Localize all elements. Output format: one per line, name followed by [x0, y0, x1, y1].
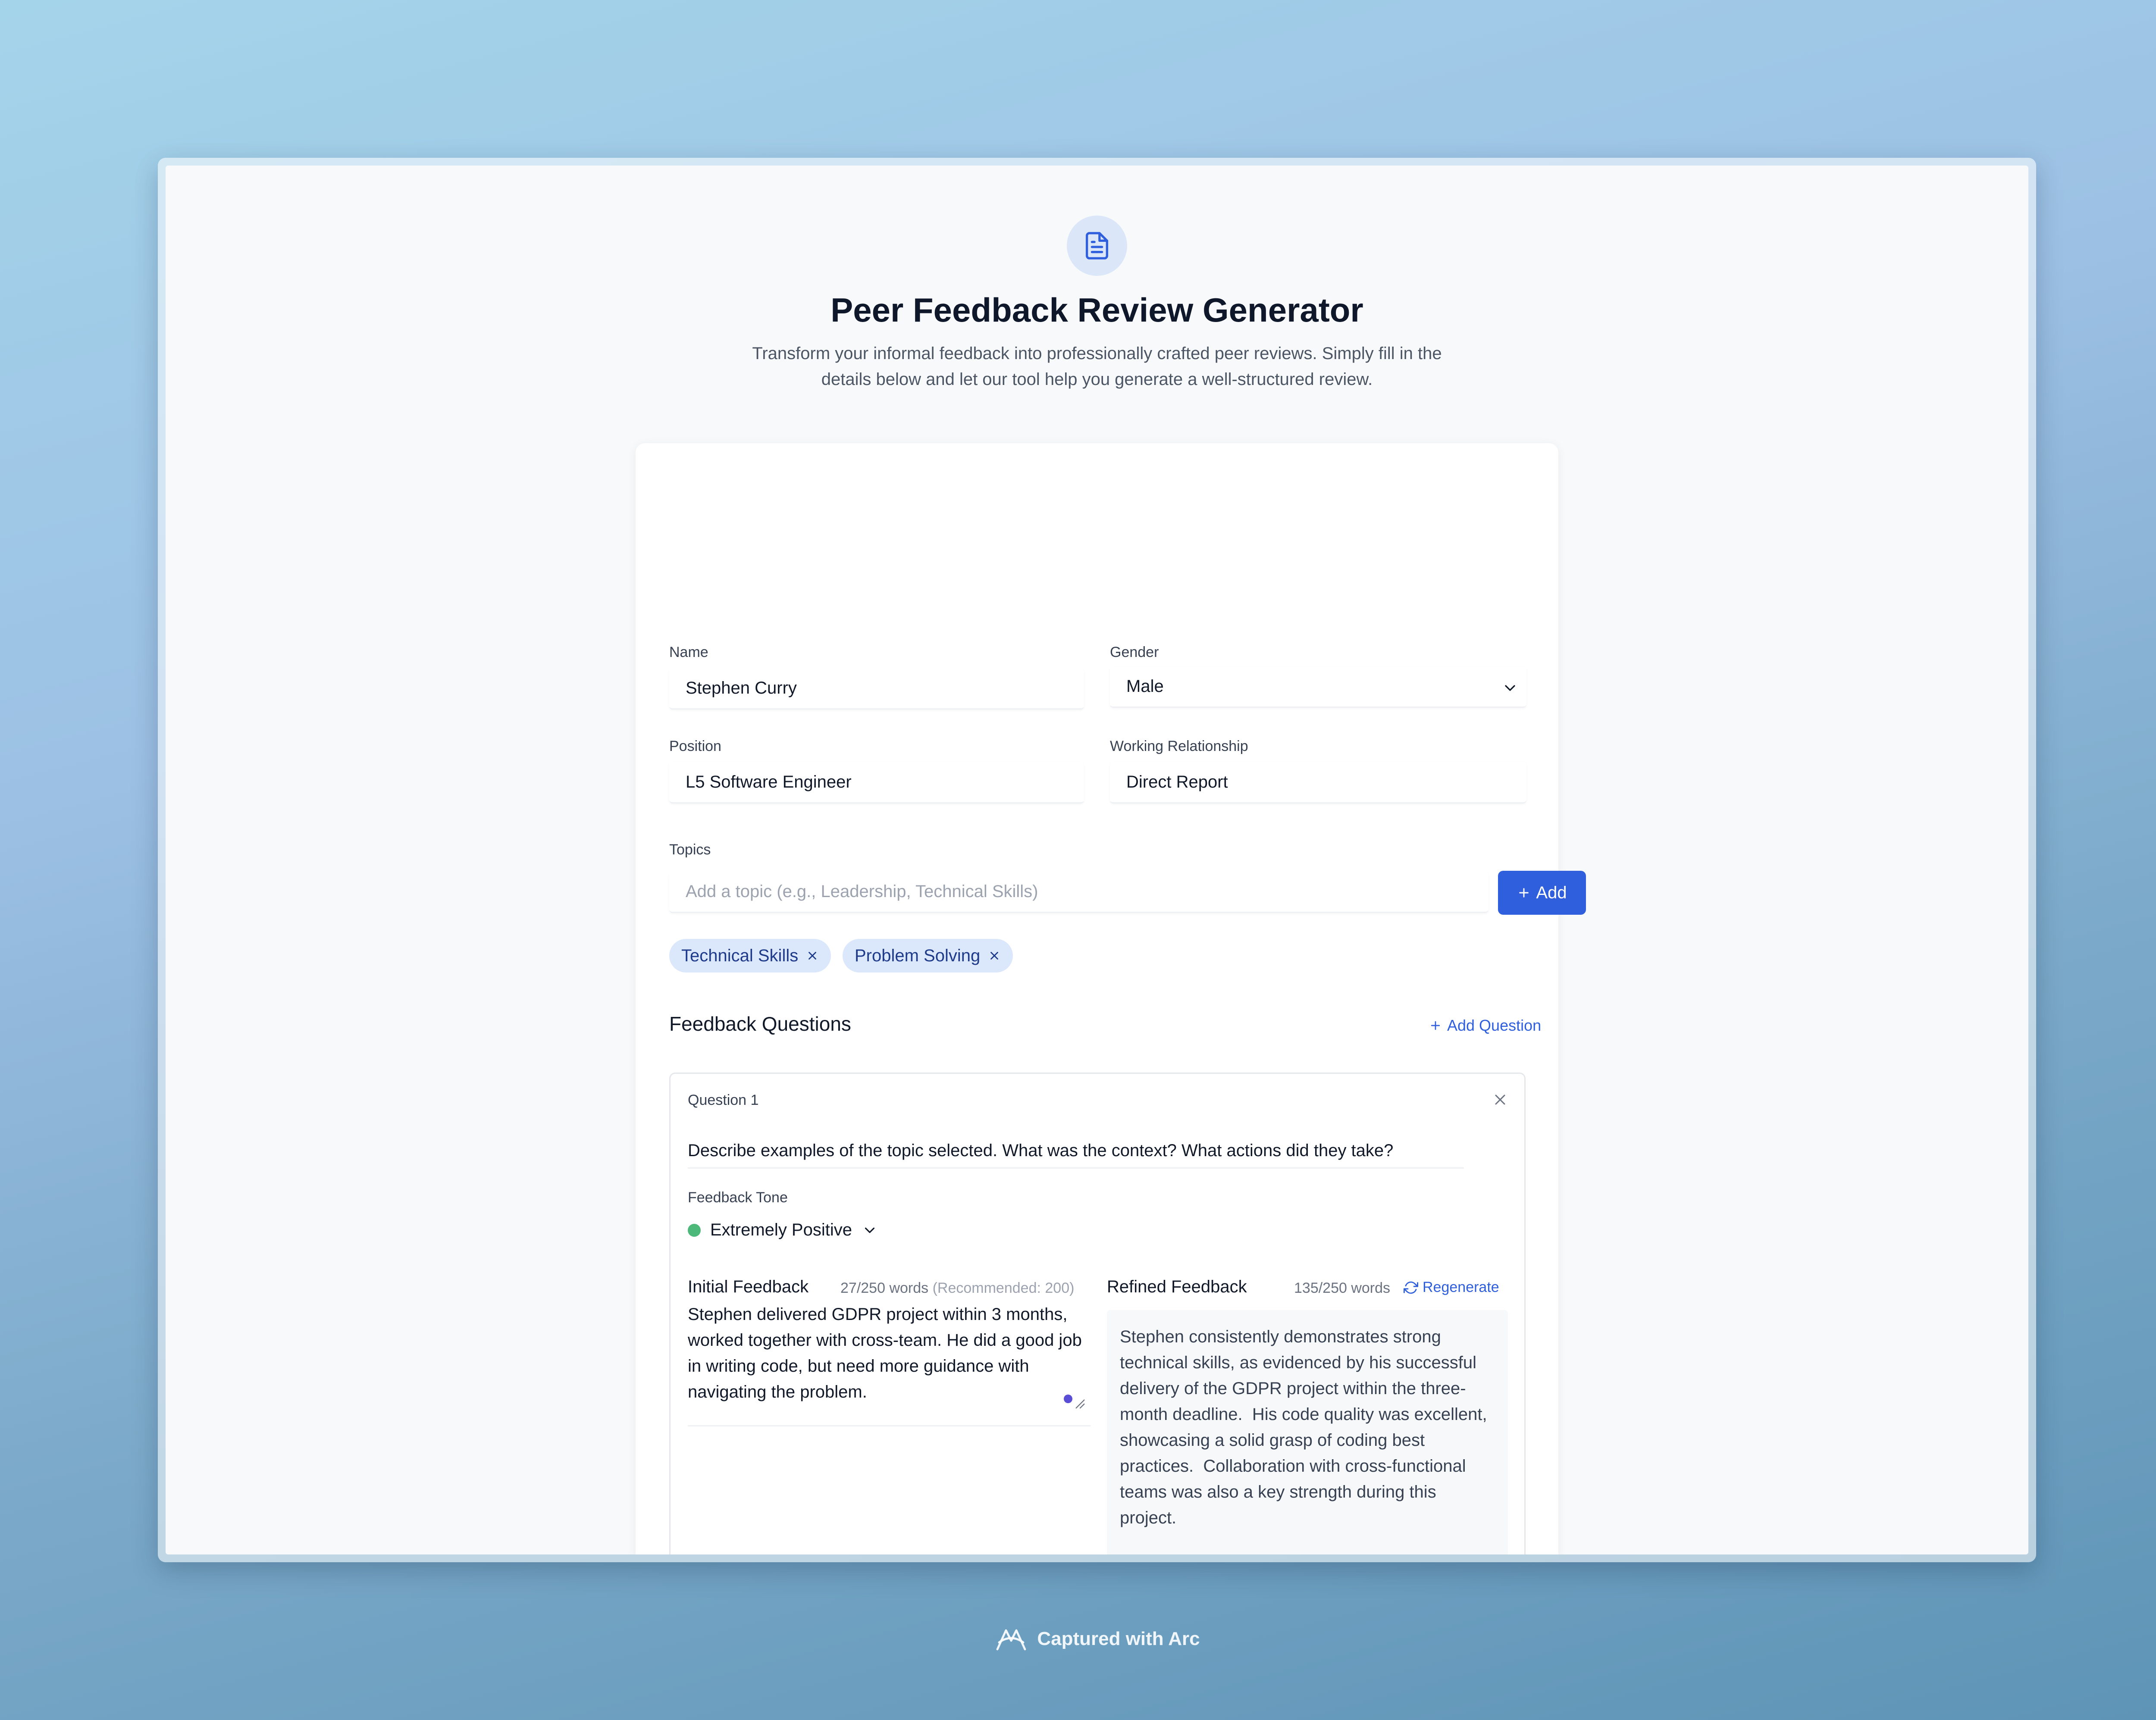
chevron-down-icon [865, 1227, 875, 1233]
topic-chip-label: Technical Skills [681, 946, 799, 965]
feedback-tone-select[interactable]: Extremely Positive [688, 1220, 878, 1240]
question-card: Question 1 Describe examples of the topi… [669, 1073, 1526, 1554]
topic-chip: Problem Solving [843, 939, 1013, 973]
chevron-down-icon [1505, 685, 1515, 691]
initial-count-value: 27/250 words [840, 1280, 929, 1296]
topic-chip: Technical Skills [669, 939, 831, 973]
feedback-tone-label: Feedback Tone [688, 1189, 788, 1206]
relationship-value: Direct Report [1126, 772, 1228, 791]
initial-word-count: 27/250 words (Recommended: 200) [840, 1280, 1074, 1297]
add-topic-button[interactable]: Add [1498, 871, 1586, 915]
initial-feedback-label: Initial Feedback [688, 1277, 809, 1296]
topics-label: Topics [669, 841, 711, 858]
resize-handle-icon[interactable] [1074, 1398, 1086, 1410]
page-title: Peer Feedback Review Generator [830, 291, 1363, 329]
name-value: Stephen Curry [686, 679, 797, 697]
initial-recommended: (Recommended: 200) [932, 1280, 1075, 1296]
gender-select[interactable]: Male [1110, 666, 1526, 708]
question-text: Describe examples of the topic selected.… [688, 1141, 1394, 1160]
position-input[interactable]: L5 Software Engineer [669, 762, 1084, 804]
relationship-label: Working Relationship [1110, 738, 1248, 754]
gender-label: Gender [1110, 644, 1159, 660]
grammar-indicator-dot [1064, 1395, 1072, 1403]
initial-feedback-textarea[interactable]: Stephen delivered GDPR project within 3 … [688, 1301, 1091, 1426]
footer-text: Captured with Arc [1037, 1628, 1200, 1649]
add-topic-label: Add [1536, 883, 1567, 902]
browser-window: Peer Feedback Review Generator Transform… [166, 166, 2028, 1554]
close-icon[interactable] [1492, 1091, 1509, 1108]
add-question-button[interactable]: Add Question [1429, 1016, 1541, 1035]
close-icon[interactable] [988, 949, 1001, 962]
plus-icon [1519, 888, 1529, 898]
add-question-label: Add Question [1447, 1016, 1542, 1034]
header-icon-badge [1067, 216, 1127, 276]
regenerate-label: Regenerate [1423, 1279, 1499, 1295]
refined-feedback-text: Stephen consistently demonstrates strong… [1107, 1310, 1508, 1554]
relationship-input[interactable]: Direct Report [1110, 762, 1526, 804]
tone-value: Extremely Positive [710, 1220, 852, 1239]
gender-value: Male [1126, 677, 1164, 696]
page-subtitle: Transform your informal feedback into pr… [752, 344, 1442, 389]
refined-word-count: 135/250 words [1294, 1280, 1391, 1296]
close-icon[interactable] [806, 949, 819, 962]
name-label: Name [669, 644, 708, 660]
position-value: L5 Software Engineer [686, 772, 852, 791]
tone-status-dot [688, 1223, 701, 1237]
topic-placeholder: Add a topic (e.g., Leadership, Technical… [686, 882, 1038, 901]
question-input[interactable]: Describe examples of the topic selected.… [688, 1134, 1464, 1169]
form-card: Name Stephen Curry Gender Male Position … [636, 443, 1586, 1554]
name-input[interactable]: Stephen Curry [669, 668, 1084, 710]
position-label: Position [669, 738, 721, 754]
feedback-questions-title: Feedback Questions [669, 1013, 851, 1035]
arc-logo-icon [996, 1629, 1026, 1651]
topic-input[interactable]: Add a topic (e.g., Leadership, Technical… [669, 872, 1489, 913]
footer-caption: Captured with Arc [0, 1622, 2156, 1656]
plus-icon [1431, 1021, 1440, 1030]
regenerate-button[interactable]: Regenerate [1404, 1279, 1499, 1296]
refined-feedback-label: Refined Feedback [1107, 1277, 1247, 1296]
topic-chip-label: Problem Solving [855, 946, 981, 965]
document-icon [1086, 232, 1108, 260]
refresh-icon [1404, 1281, 1418, 1294]
question-title: Question 1 [688, 1092, 759, 1108]
